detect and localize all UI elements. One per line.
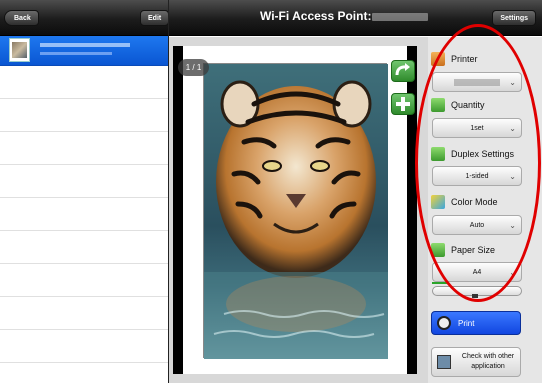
settings-button[interactable]: Settings [492, 10, 536, 26]
duplex-dropdown[interactable]: 1-sided ⌄ [432, 166, 522, 186]
paper-dropdown[interactable]: A4 ⌄ [432, 262, 522, 282]
color-dropdown[interactable]: Auto ⌄ [432, 215, 522, 235]
chevron-down-icon: ⌄ [509, 172, 516, 181]
duplex-value: 1-sided [465, 173, 489, 180]
list-item [0, 264, 168, 297]
paper-label: Paper Size [451, 245, 496, 255]
list-item [0, 165, 168, 198]
add-icon [396, 97, 410, 111]
printer-icon [431, 52, 445, 66]
chevron-down-icon: ⌄ [509, 124, 516, 133]
printer-dropdown[interactable]: ⌄ [432, 72, 522, 92]
chevron-down-icon: ⌄ [509, 268, 516, 277]
print-label: Print [458, 319, 475, 328]
check-other-app-button[interactable]: Check with other application [431, 347, 521, 377]
quantity-icon [431, 98, 445, 112]
quantity-value: 1set [470, 125, 484, 132]
file-thumbnail [9, 38, 30, 62]
duplex-icon [431, 147, 445, 161]
paper-value: A4 [472, 269, 482, 276]
color-label: Color Mode [451, 197, 498, 207]
fileinfo-redacted [40, 52, 112, 55]
page-title: Wi-Fi Access Point: [260, 9, 372, 23]
color-icon [431, 195, 445, 209]
list-item [0, 297, 168, 330]
chevron-down-icon: ⌄ [509, 78, 516, 87]
list-item-selected[interactable] [0, 36, 168, 66]
tiger-photo [203, 63, 388, 359]
back-button[interactable]: Back [4, 10, 39, 26]
ssid-redacted [372, 13, 428, 21]
print-button[interactable]: Print [431, 311, 521, 335]
list-item [0, 66, 168, 99]
slider-fill [432, 282, 448, 284]
split-divider [168, 0, 169, 383]
list-item [0, 330, 168, 363]
edit-button[interactable]: Edit [140, 10, 170, 26]
quantity-dropdown[interactable]: 1set ⌄ [432, 118, 522, 138]
check-label: Check with other application [461, 353, 515, 370]
check-icon [437, 355, 451, 369]
slider-knob[interactable] [472, 294, 478, 298]
file-list [0, 36, 168, 383]
list-item [0, 198, 168, 231]
add-button[interactable] [391, 93, 415, 115]
list-item [0, 231, 168, 264]
printer-label: Printer [451, 54, 478, 64]
quantity-label: Quantity [451, 100, 485, 110]
chevron-down-icon: ⌄ [509, 221, 516, 230]
rotate-icon [395, 63, 410, 76]
rotate-button[interactable] [391, 60, 415, 82]
paper-icon [431, 243, 445, 257]
page-indicator: 1 / 1 [178, 59, 209, 76]
color-value: Auto [469, 222, 485, 229]
filename-redacted [40, 43, 130, 47]
top-bar: Back Edit Wi-Fi Access Point: Settings [0, 0, 542, 36]
printer-name-redacted [454, 78, 500, 86]
duplex-label: Duplex Settings [451, 149, 515, 159]
print-icon [437, 316, 451, 330]
list-item [0, 99, 168, 132]
list-item [0, 132, 168, 165]
